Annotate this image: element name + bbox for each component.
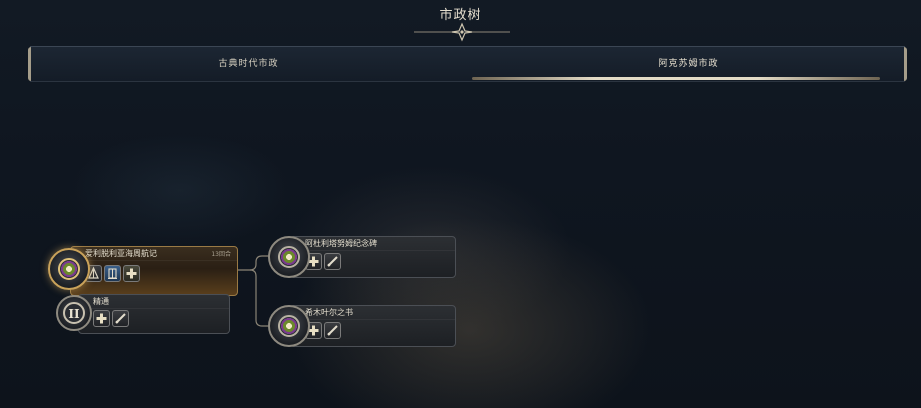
civic-name: 阿杜利塔努姆纪念碑 bbox=[305, 239, 377, 248]
civic-node-monument[interactable]: 阿杜利塔努姆纪念碑 bbox=[268, 236, 458, 280]
civic-name: 精通 bbox=[93, 297, 109, 306]
mastery-medal-icon: II bbox=[56, 295, 92, 331]
civic-node-bar: 爱利脱利亚海周航记 13回合 bbox=[70, 246, 238, 296]
civic-node-bar: 阿杜利塔努姆纪念碑 bbox=[290, 236, 456, 278]
sword-icon[interactable] bbox=[324, 253, 341, 270]
civic-node-mastery[interactable]: 精通 II bbox=[56, 294, 232, 334]
civic-medal-icon bbox=[268, 236, 310, 278]
sword-icon[interactable] bbox=[112, 310, 129, 327]
civic-medal-icon bbox=[48, 248, 90, 290]
mastery-numeral: II bbox=[68, 307, 80, 321]
civic-node-book[interactable]: 希木叶尔之书 bbox=[268, 305, 458, 349]
sword-icon[interactable] bbox=[324, 322, 341, 339]
civic-medal-icon bbox=[268, 305, 310, 347]
plus-icon[interactable] bbox=[93, 310, 110, 327]
civic-node-bar: 希木叶尔之书 bbox=[290, 305, 456, 347]
tree-connector-lines bbox=[236, 255, 272, 327]
civic-name: 爱利脱利亚海周航记 bbox=[85, 249, 157, 258]
turns-remaining: 13回合 bbox=[211, 251, 231, 258]
building-icon[interactable] bbox=[104, 265, 121, 282]
plus-icon[interactable] bbox=[123, 265, 140, 282]
civic-name: 希木叶尔之书 bbox=[305, 308, 353, 317]
civic-node-bar: 精通 bbox=[78, 294, 230, 334]
civic-node-adulis[interactable]: 爱利脱利亚海周航记 13回合 bbox=[48, 246, 238, 296]
